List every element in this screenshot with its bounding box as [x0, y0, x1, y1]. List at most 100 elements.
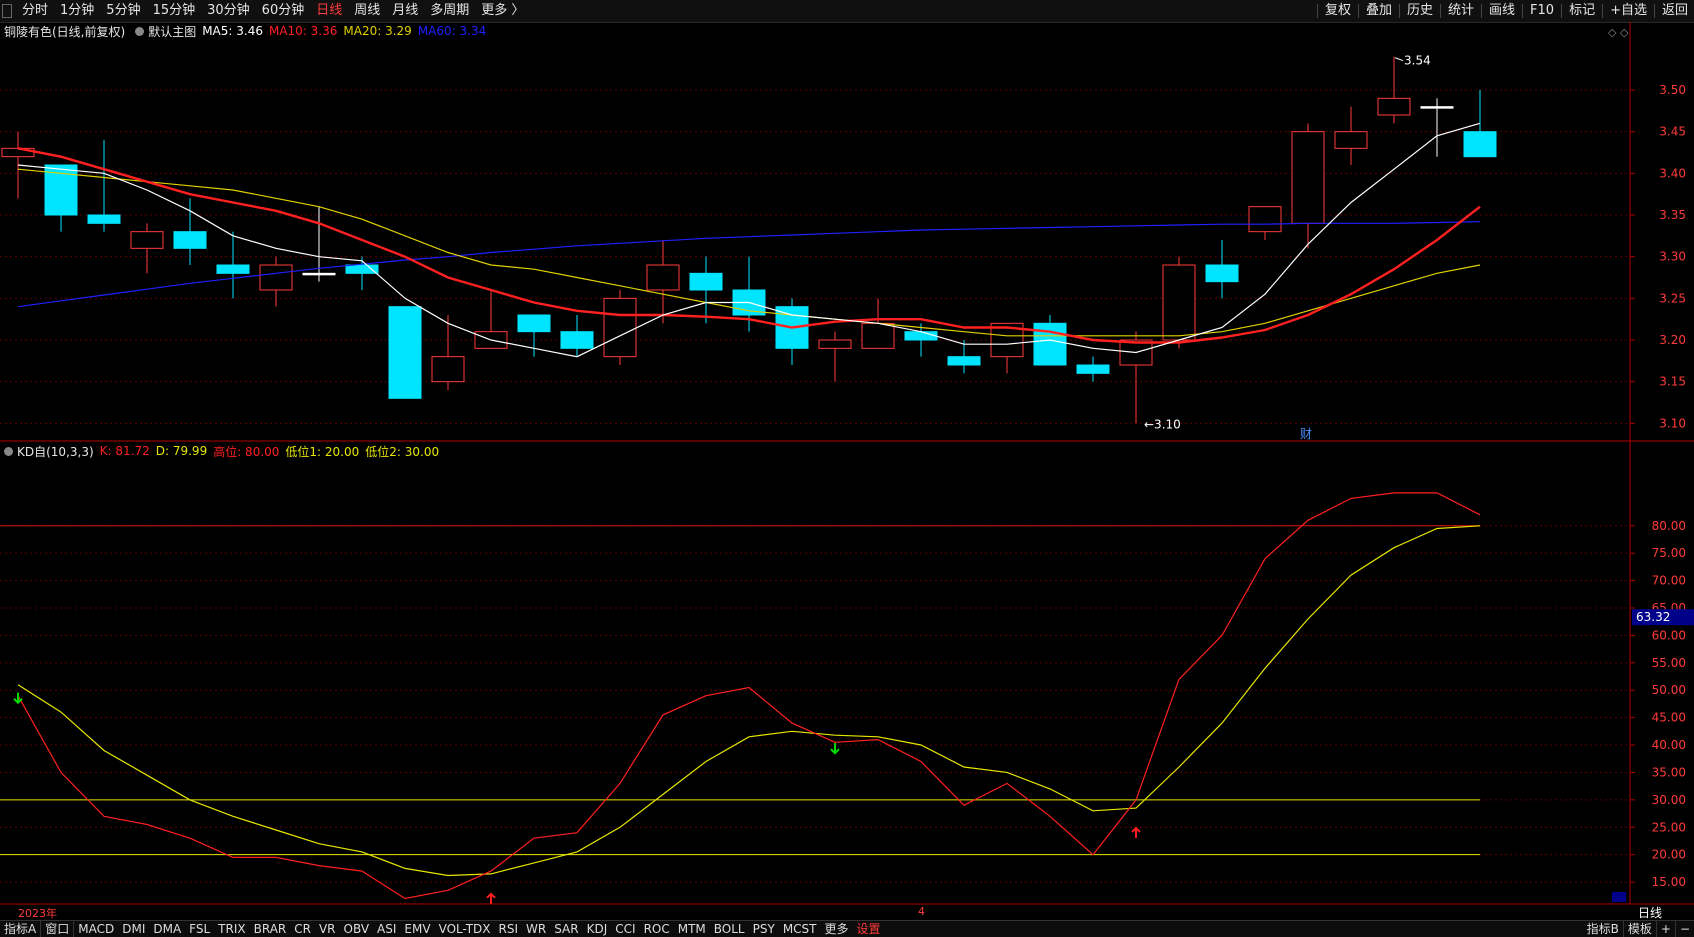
- high-pointer-icon: [1394, 57, 1404, 62]
- indicator-cci[interactable]: CCI: [611, 921, 639, 937]
- price-tick-label: 3.25: [1659, 291, 1686, 305]
- candle-body[interactable]: [947, 356, 981, 366]
- indicator-trix[interactable]: TRIX: [214, 921, 249, 937]
- green-down-arrow-icon: [830, 743, 840, 755]
- date-year-label: 2023年: [18, 907, 57, 920]
- price-tick-label: 3.40: [1659, 166, 1686, 180]
- indicator-mcst[interactable]: MCST: [779, 921, 821, 937]
- diamond-icon: ◇: [1608, 26, 1617, 39]
- ma20-line: [17, 168, 1481, 337]
- candle-body[interactable]: [216, 264, 250, 274]
- indicator-roc[interactable]: ROC: [640, 921, 674, 937]
- low-price-marker: ←3.10: [1144, 417, 1181, 431]
- indicator-dmi[interactable]: DMI: [118, 921, 149, 937]
- candle-body[interactable]: [173, 231, 207, 249]
- kd-k-line: [17, 492, 1481, 900]
- kd-tick-label: 40.00: [1652, 738, 1686, 752]
- indicator-asi[interactable]: ASI: [373, 921, 400, 937]
- candle-body[interactable]: [1420, 106, 1454, 109]
- zoom-out-icon[interactable]: −: [1676, 921, 1694, 937]
- price-tick-label: 3.20: [1659, 333, 1686, 347]
- candle-body[interactable]: [1076, 364, 1110, 374]
- indicator-obv[interactable]: OBV: [340, 921, 374, 937]
- scroll-indicator[interactable]: [1612, 892, 1626, 902]
- candle-body[interactable]: [1162, 264, 1196, 341]
- candle-body[interactable]: [1334, 131, 1368, 149]
- candle-body[interactable]: [1291, 131, 1325, 224]
- kd-tick-label: 50.00: [1652, 683, 1686, 697]
- kd-tick-label: 25.00: [1652, 820, 1686, 834]
- red-up-arrow-icon: [1131, 826, 1141, 839]
- bottom-tab-0[interactable]: 指标A: [0, 921, 42, 937]
- candle-body[interactable]: [861, 322, 895, 349]
- indicator-fsl[interactable]: FSL: [185, 921, 214, 937]
- candle-body[interactable]: [388, 306, 422, 399]
- kd-tick-label: 15.00: [1652, 875, 1686, 889]
- kd-tick-label: 45.00: [1652, 711, 1686, 725]
- template-tab[interactable]: 模板: [1624, 921, 1657, 937]
- kd-tick-label: 30.00: [1652, 793, 1686, 807]
- candle-body[interactable]: [1248, 206, 1282, 233]
- zoom-in-icon[interactable]: +: [1657, 921, 1676, 937]
- candle-body[interactable]: [689, 272, 723, 291]
- indicator-sar[interactable]: SAR: [550, 921, 582, 937]
- kd-tick-label: 60.00: [1652, 628, 1686, 642]
- candle-body[interactable]: [345, 264, 379, 274]
- kd-d-line: [17, 525, 1481, 877]
- settings-button[interactable]: 设置: [853, 921, 885, 937]
- price-tick-label: 3.45: [1659, 125, 1686, 139]
- candle-body[interactable]: [130, 231, 164, 249]
- indicator-mtm[interactable]: MTM: [674, 921, 710, 937]
- stock-chart-svg[interactable]: 3.10 3.15 3.20 3.25 3.30 3.35 3.40 3.45 3.50 15.0…: [0, 0, 1694, 936]
- kd-tick-label: 55.00: [1652, 656, 1686, 670]
- indicator-boll[interactable]: BOLL: [710, 921, 749, 937]
- indicator-vol-tdx[interactable]: VOL-TDX: [435, 921, 495, 937]
- candle-body[interactable]: [1205, 264, 1239, 283]
- date-axis: 2023年 4: [0, 904, 1630, 920]
- indicator-kdj[interactable]: KDJ: [583, 921, 612, 937]
- indicator-emv[interactable]: EMV: [400, 921, 434, 937]
- indicator-rsi[interactable]: RSI: [495, 921, 523, 937]
- kd-tick-label: 70.00: [1652, 574, 1686, 588]
- indicator-brar[interactable]: BRAR: [250, 921, 291, 937]
- indicator-tabs: 指标A 窗口 MACD DMI DMA FSL TRIX BRAR CR VR OBV ASI EMV V…: [0, 921, 885, 937]
- red-up-arrow-icon: [486, 892, 496, 904]
- indicator-b-tab[interactable]: 指标B: [1583, 921, 1624, 937]
- indicator-macd[interactable]: MACD: [74, 921, 118, 937]
- candle-body[interactable]: [818, 339, 852, 349]
- candle-body[interactable]: [259, 264, 293, 291]
- finance-event-marker: 财: [1300, 427, 1312, 441]
- indicator-cr[interactable]: CR: [290, 921, 315, 937]
- indicator-dma[interactable]: DMA: [149, 921, 185, 937]
- indicator-更多[interactable]: 更多: [821, 921, 853, 937]
- bottom-tab-1[interactable]: 窗口: [41, 921, 75, 937]
- price-tick-label: 3.30: [1659, 250, 1686, 264]
- bottom-right-tabs: 指标B 模板 + −: [1583, 921, 1694, 937]
- kd-tick-label: 35.00: [1652, 765, 1686, 779]
- diamond-icon: ◇: [1620, 26, 1629, 39]
- high-price-marker: 3.54: [1404, 54, 1431, 68]
- candle-body[interactable]: [904, 331, 938, 341]
- candle-body[interactable]: [1463, 131, 1497, 158]
- kd-tick-label: 80.00: [1652, 519, 1686, 533]
- period-label: 日线: [1638, 906, 1662, 920]
- price-tick-label: 3.35: [1659, 208, 1686, 222]
- candle-body[interactable]: [560, 331, 594, 349]
- date-month-label: 4: [918, 905, 925, 918]
- candle-body[interactable]: [302, 272, 336, 276]
- price-tick-label: 3.15: [1659, 375, 1686, 389]
- candle-body[interactable]: [1377, 97, 1411, 116]
- candle-body[interactable]: [431, 356, 465, 383]
- indicator-vr[interactable]: VR: [315, 921, 340, 937]
- price-tick-label: 3.50: [1659, 83, 1686, 97]
- candle-body[interactable]: [646, 264, 680, 291]
- indicator-psy[interactable]: PSY: [749, 921, 779, 937]
- kd-tick-label: 20.00: [1652, 848, 1686, 862]
- bottom-indicator-bar: 指标A 窗口 MACD DMI DMA FSL TRIX BRAR CR VR OBV ASI EMV V…: [0, 920, 1694, 937]
- kd-tick-label: 75.00: [1652, 546, 1686, 560]
- green-down-arrow-icon: [13, 692, 23, 705]
- candle-body[interactable]: [87, 214, 121, 224]
- candle-body[interactable]: [603, 297, 637, 358]
- candle-body[interactable]: [517, 314, 551, 333]
- indicator-wr[interactable]: WR: [522, 921, 550, 937]
